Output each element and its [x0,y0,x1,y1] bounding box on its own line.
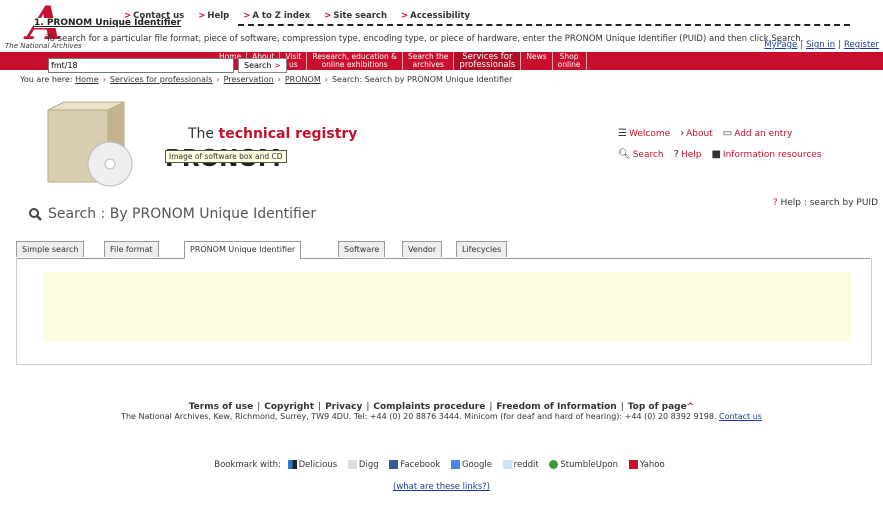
arrow-icon: › [680,128,685,139]
breadcrumb-pronom[interactable]: PRONOM [285,75,321,84]
stumbleupon-icon [549,460,559,469]
facebook-icon [389,460,399,469]
tab-software[interactable]: Software [338,241,386,257]
puid-input[interactable] [48,58,234,73]
legend-divider [238,24,850,26]
image-alt-tooltip: Image of software box and CD [165,150,287,163]
book-icon: ■ [711,149,721,160]
about-link[interactable]: › About [680,128,713,139]
information-resources-link[interactable]: ■ Information resources [711,149,821,160]
bookmark-label: Bookmark with: [214,460,281,470]
tab-pronom-unique-identifier[interactable]: PRONOM Unique Identifier [184,241,302,259]
top-of-page-link[interactable]: Top of page [628,402,687,412]
tab-vendor[interactable]: Vendor [402,241,443,257]
question-icon: ? [673,149,679,160]
page-title: Search : By PRONOM Unique Identifier [28,206,316,222]
foi-link[interactable]: Freedom of Information [496,402,616,412]
registry-tagline: The technical registry [188,126,358,142]
search-button[interactable]: Search > [238,58,287,73]
tab-file-format[interactable]: File format [104,241,159,257]
magnifier-icon [29,208,42,221]
copyright-link[interactable]: Copyright [264,402,314,412]
terms-link[interactable]: Terms of use [189,402,253,412]
help-toolbar-link[interactable]: ? Help [674,149,702,160]
footer-address: The National Archives, Kew, Richmond, Su… [121,412,762,421]
nav-research[interactable]: Research, education & online exhibitions [307,52,403,70]
delicious-icon [287,460,297,469]
google-icon [450,460,460,469]
bookmark-bar: Bookmark with: Delicious Digg Facebook G… [0,460,883,470]
a-to-z-link[interactable]: > A to Z index [243,11,310,21]
yahoo-icon [628,460,638,469]
search-icon: 🔍︎ [618,149,631,160]
nav-search-archives[interactable]: Search the archives [403,52,455,70]
pronom-toolbar: ☰ Welcome › About ▭ Add an entry 🔍︎ Search ?… [618,128,880,170]
add-entry-link[interactable]: ▭ Add an entry [723,128,793,139]
bookmark-stumbleupon[interactable]: StumbleUpon [549,460,618,470]
bookmark-facebook[interactable]: Facebook [389,460,440,470]
nav-services-professionals[interactable]: Services for professionals [454,52,522,70]
up-arrow-icon: ^ [686,402,695,412]
breadcrumb-home[interactable]: Home [75,75,99,84]
breadcrumb-prefix: You are here: [20,75,73,84]
tab-lifecycles[interactable]: Lifecycles [456,241,508,257]
search-panel [16,258,872,365]
footer-links: Terms of use | Copyright | Privacy | Complaint… [188,402,695,412]
accessibility-link[interactable]: > Accessibility [401,11,470,21]
nav-shop[interactable]: Shop online [553,52,587,70]
add-entry-icon: ▭ [722,128,733,139]
bookmark-delicious[interactable]: Delicious [287,460,337,470]
footer-contact-link[interactable]: Contact us [719,412,762,421]
bookmark-google[interactable]: Google [450,460,492,470]
help-link[interactable]: > Help [198,11,229,21]
site-search-link[interactable]: > Site search [324,11,387,21]
welcome-link[interactable]: ☰ Welcome [618,128,670,139]
search-link[interactable]: 🔍︎ Search [618,149,664,160]
tab-simple-search[interactable]: Simple search [16,241,85,257]
software-box-image [47,101,133,187]
digg-icon [347,460,357,469]
national-archives-logo[interactable]: A The National Archives [5,0,105,54]
complaints-link[interactable]: Complaints procedure [373,402,485,412]
bookmark-reddit[interactable]: reddit [502,460,539,470]
puid-description: To search for a particular file format, … [46,34,804,44]
help-search-puid-link[interactable]: ? Help : search by PUID [773,198,878,208]
breadcrumb: You are here: Home › Services for professi… [20,75,513,84]
bookmark-digg[interactable]: Digg [347,460,379,470]
reddit-icon [502,460,512,469]
privacy-link[interactable]: Privacy [325,402,362,412]
puid-legend: 1. PRONOM Unique Identifier [34,18,185,28]
breadcrumb-current: Search: Search by PRONOM Unique Identifi… [331,75,513,84]
breadcrumb-services[interactable]: Services for professionals [110,75,212,84]
breadcrumb-preservation[interactable]: Preservation [224,75,274,84]
nav-news[interactable]: News [521,52,553,70]
list-icon: ☰ [618,128,627,139]
what-are-these-links[interactable]: (what are these links?) [0,482,883,492]
search-tabs: Simple search File format PRONOM Unique … [16,239,870,259]
bookmark-yahoo[interactable]: Yahoo [628,460,665,470]
puid-fieldset [43,272,851,342]
